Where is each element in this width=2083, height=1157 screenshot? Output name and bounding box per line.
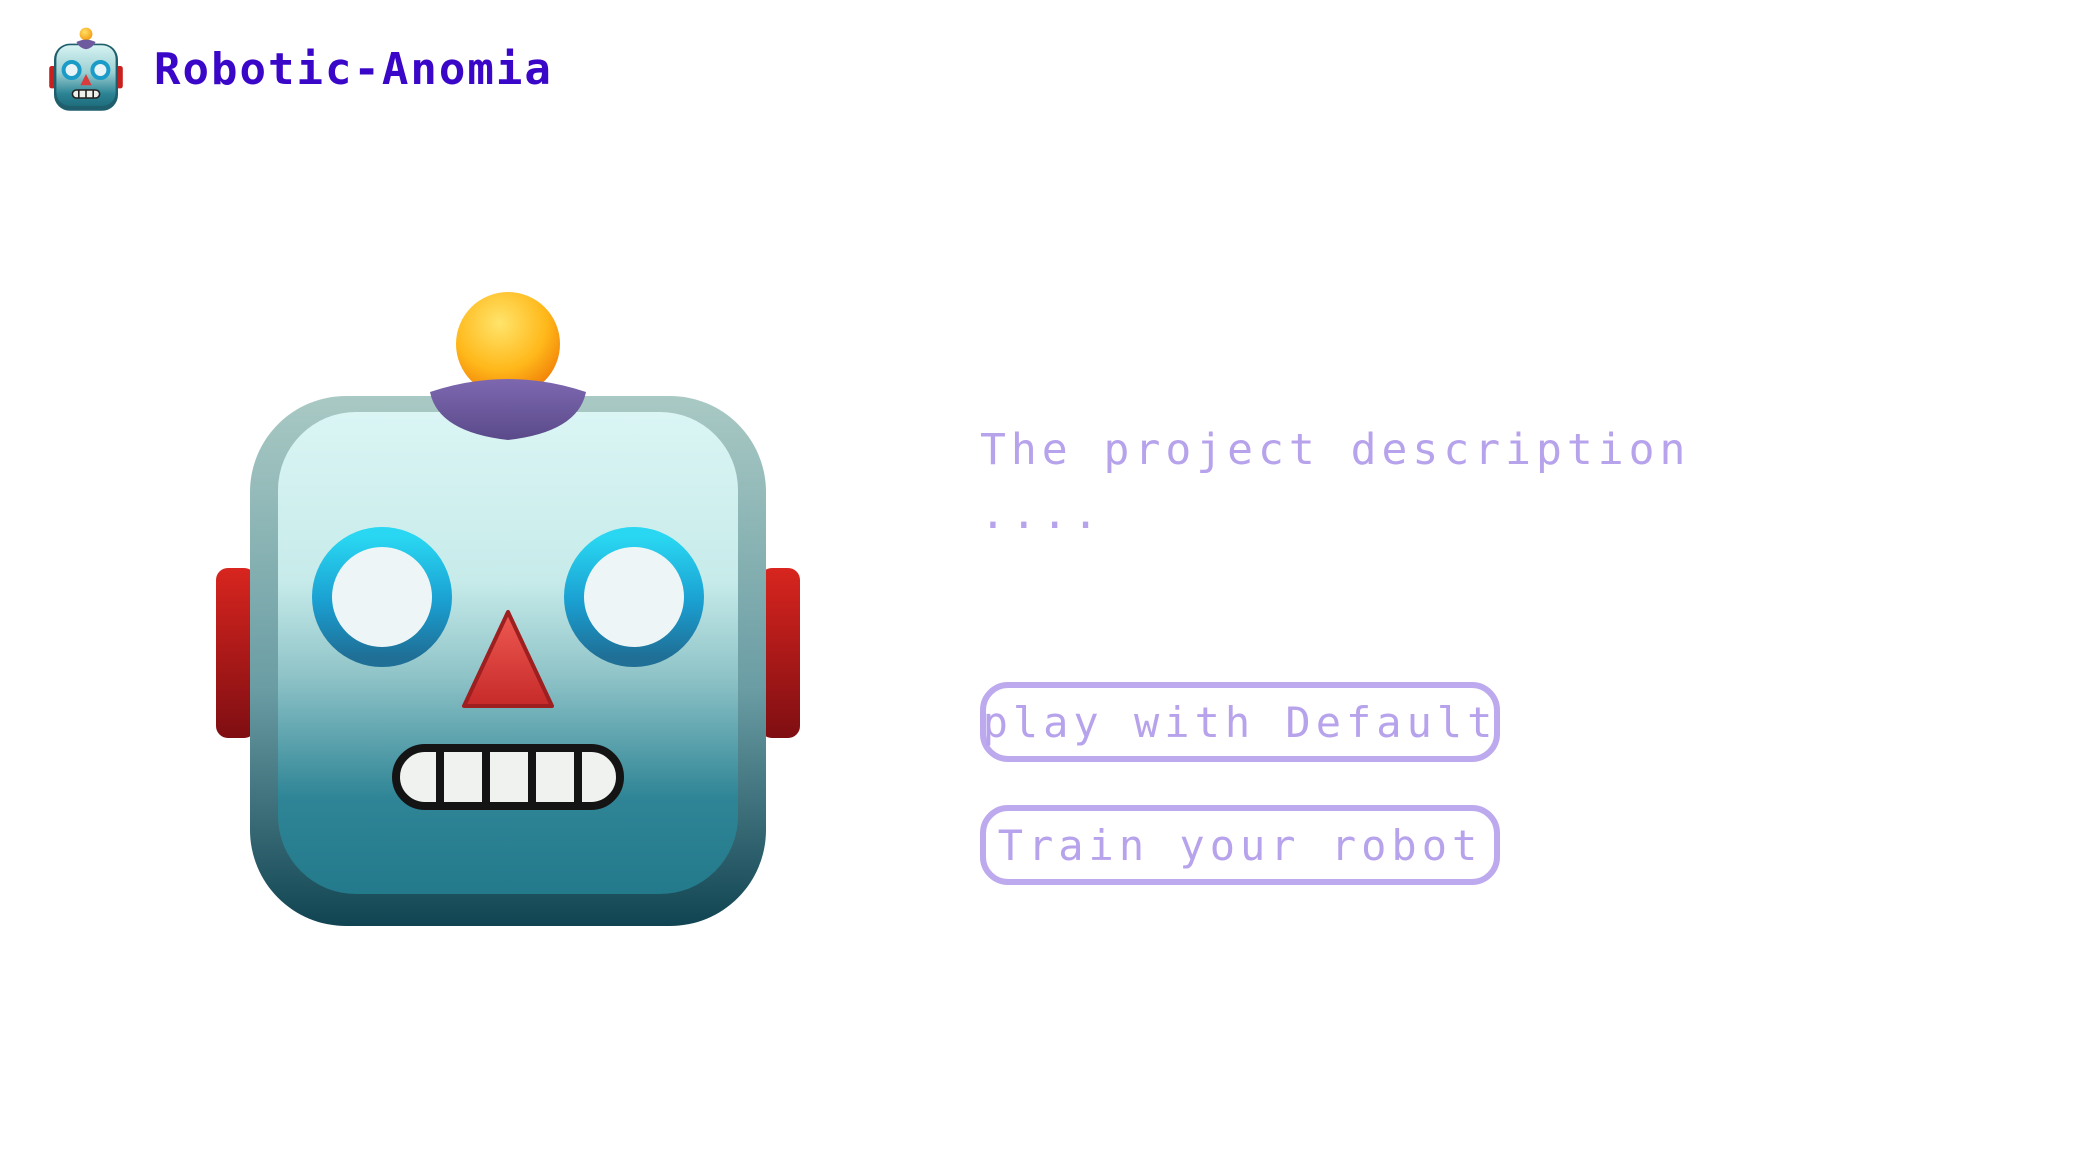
description-text: The project description bbox=[980, 425, 1691, 475]
app-header: Robotic-Anomia bbox=[44, 24, 553, 116]
play-with-default-button[interactable]: play with Default bbox=[980, 682, 1500, 762]
project-description: The project description .... bbox=[980, 418, 1690, 546]
app-title[interactable]: Robotic-Anomia bbox=[154, 48, 553, 92]
robot-face-icon[interactable] bbox=[44, 26, 128, 114]
train-robot-button[interactable]: Train your robot bbox=[980, 805, 1500, 885]
description-ellipsis: .... bbox=[980, 489, 1104, 539]
robot-face-icon bbox=[216, 292, 800, 926]
